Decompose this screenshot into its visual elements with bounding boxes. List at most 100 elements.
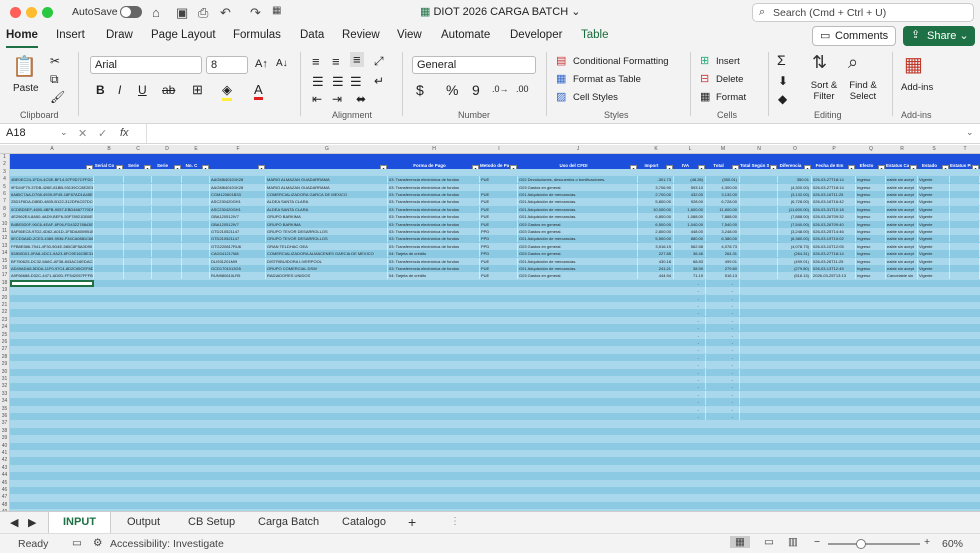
table-cell[interactable] <box>94 242 124 250</box>
table-cell[interactable]: 026-03-26T09:32 <box>812 213 856 221</box>
table-cell[interactable] <box>740 183 778 191</box>
table-cell[interactable]: 25D1F6DA-D8BD-4805-B122-312DFAC57DC6 <box>10 198 94 206</box>
sheet-tab-catalogo[interactable]: Catalogo <box>342 516 386 528</box>
table-cell[interactable] <box>94 213 124 221</box>
insert-function-icon[interactable]: fx <box>120 127 129 139</box>
table-cell[interactable]: PUE <box>480 265 518 272</box>
empty-total-cell[interactable]: - <box>706 368 740 376</box>
table-cell[interactable]: (6,728.00) <box>778 198 812 206</box>
add-sheet-button[interactable]: + <box>408 514 416 530</box>
table-cell[interactable] <box>740 242 778 250</box>
wrap-text-icon[interactable]: ↵ <box>374 74 384 88</box>
table-cell[interactable]: 3,516.15 <box>638 242 674 250</box>
table-cell[interactable]: PUE <box>480 191 518 198</box>
table-cell[interactable]: 026-03-10T12:05 <box>812 242 856 250</box>
table-cell[interactable]: 516.13 <box>706 272 740 280</box>
table-cell[interactable]: G03 Gastos en general. <box>518 242 638 250</box>
table-cell[interactable]: (4,300.00) <box>778 183 812 191</box>
table-cell[interactable] <box>152 205 182 213</box>
table-cell[interactable]: 03: Transferencia electrónica de fondos <box>388 198 480 206</box>
table-cell[interactable]: (4,078.73) <box>778 242 812 250</box>
table-cell[interactable]: RUN980610LR5 <box>210 272 266 280</box>
table-cell[interactable]: Ingreso <box>856 235 886 243</box>
row-number[interactable]: 33 <box>0 390 10 399</box>
table-cell[interactable]: G03 Gastos en general. <box>518 220 638 228</box>
table-cell[interactable] <box>94 191 124 198</box>
empty-total-cell[interactable]: - <box>706 287 740 295</box>
table-cell[interactable]: GTG220817RU6 <box>210 242 266 250</box>
table-cell[interactable]: BF750625-DC32-5A6C-AF38-843AC16EDAC3 <box>10 257 94 265</box>
row-number[interactable]: 39 <box>0 435 10 443</box>
table-cell[interactable]: G01 Adquisición de mercancías. <box>518 205 638 213</box>
table-cell[interactable]: 03: Transferencia electrónica de fondos <box>388 235 480 243</box>
column-header-i[interactable]: I <box>480 146 518 152</box>
row-number[interactable]: 19 <box>0 287 10 295</box>
table-cell[interactable] <box>740 272 778 280</box>
format-painter-icon[interactable]: 🖌 <box>50 90 65 104</box>
table-cell[interactable]: 026-03-31T10:18 <box>812 205 856 213</box>
row-number[interactable]: 13 <box>0 242 10 251</box>
table-cell[interactable] <box>124 176 152 184</box>
table-cell[interactable]: A9F66688-D32C-4471-AD0D-FF542057FFFB <box>10 272 94 280</box>
table-cell[interactable]: G01 Adquisición de mercancías. <box>518 198 638 206</box>
table-cell[interactable] <box>94 176 124 184</box>
table-cell[interactable]: 2,800.00 <box>638 228 674 235</box>
page-break-view-icon[interactable]: ▥ <box>788 536 798 548</box>
table-cell[interactable] <box>124 213 152 221</box>
redo-icon[interactable]: ↷ <box>250 5 261 21</box>
table-cell[interactable]: eable sin acept <box>886 205 918 213</box>
table-cell[interactable]: Vigente <box>918 191 950 198</box>
table-cell[interactable]: 4E2962E4-8A50-4AD9-BEF6-50F78921DB0E <box>10 213 94 221</box>
table-cell[interactable] <box>182 191 210 198</box>
table-cell[interactable]: eable sin acept <box>886 250 918 258</box>
formula-input[interactable] <box>146 124 958 143</box>
table-cell[interactable]: Vigente <box>918 198 950 206</box>
table-cell[interactable]: G01 Adquisición de mercancías. <box>518 257 638 265</box>
column-header-t[interactable]: T <box>950 146 980 152</box>
row-number[interactable]: 47 <box>0 494 10 502</box>
zoom-level[interactable]: 60% <box>942 538 963 550</box>
column-header-h[interactable]: H <box>388 146 480 152</box>
table-cell[interactable] <box>740 265 778 272</box>
format-cells-button[interactable]: Format <box>716 92 746 103</box>
align-left-icon[interactable]: ☰ <box>312 74 324 90</box>
row-number[interactable]: 37 <box>0 420 10 428</box>
zoom-out-icon[interactable]: − <box>814 536 820 548</box>
insert-cells-button[interactable]: Insert <box>716 56 740 67</box>
table-cell[interactable]: PPD <box>480 242 518 250</box>
table-cell[interactable]: Ingreso <box>856 228 886 235</box>
table-cell[interactable]: Vigente <box>918 220 950 228</box>
page-layout-view-icon[interactable]: ▭ <box>764 536 774 548</box>
table-cell[interactable]: GBA120512IV7 <box>210 213 266 221</box>
empty-total-cell[interactable]: - <box>674 324 706 332</box>
row-number[interactable]: 34 <box>0 398 10 406</box>
tab-automate[interactable]: Automate <box>441 29 490 41</box>
table-cell[interactable] <box>124 272 152 280</box>
table-cell[interactable]: MARIO ALMAZAN GUADARRAMA <box>266 183 388 191</box>
zoom-in-icon[interactable]: + <box>924 536 930 548</box>
tab-insert[interactable]: Insert <box>56 29 85 41</box>
table-cell[interactable]: Ingreso <box>856 191 886 198</box>
row-number[interactable]: 35 <box>0 405 10 413</box>
empty-total-cell[interactable]: - <box>706 376 740 383</box>
table-cell[interactable] <box>152 257 182 265</box>
table-cell[interactable]: 6A85C7AA-D708-4939-9F45-18F87AD1A45E <box>10 191 94 198</box>
table-cell[interactable]: 264.31 <box>706 250 740 258</box>
table-cell[interactable]: AAGM640101K28 <box>210 183 266 191</box>
table-cell[interactable]: G01 Adquisición de mercancías. <box>518 191 638 198</box>
table-cell[interactable]: 026-03-13T12:45 <box>812 265 856 272</box>
table-cell[interactable]: 026-03-16T16:42 <box>812 198 856 206</box>
table-cell[interactable] <box>124 265 152 272</box>
table-cell[interactable]: 241.21 <box>638 265 674 272</box>
table-cell[interactable]: 6,380.00 <box>706 235 740 243</box>
table-cell[interactable]: 68.83 <box>674 257 706 265</box>
worksheet-grid[interactable]: ABCDEFGHIJKLMNOPQRST 12Folio Fiscal▾Seri… <box>0 145 980 511</box>
table-cell[interactable] <box>94 228 124 235</box>
table-cell[interactable]: CAG041217I68 <box>210 250 266 258</box>
table-cell[interactable]: GRAN TELDHAC GEA <box>266 242 388 250</box>
table-cell[interactable]: 10,000.00 <box>638 205 674 213</box>
next-sheet-icon[interactable]: ▶ <box>28 516 36 529</box>
row-number[interactable]: 20 <box>0 294 10 302</box>
empty-total-cell[interactable]: - <box>706 302 740 309</box>
table-cell[interactable] <box>94 272 124 280</box>
